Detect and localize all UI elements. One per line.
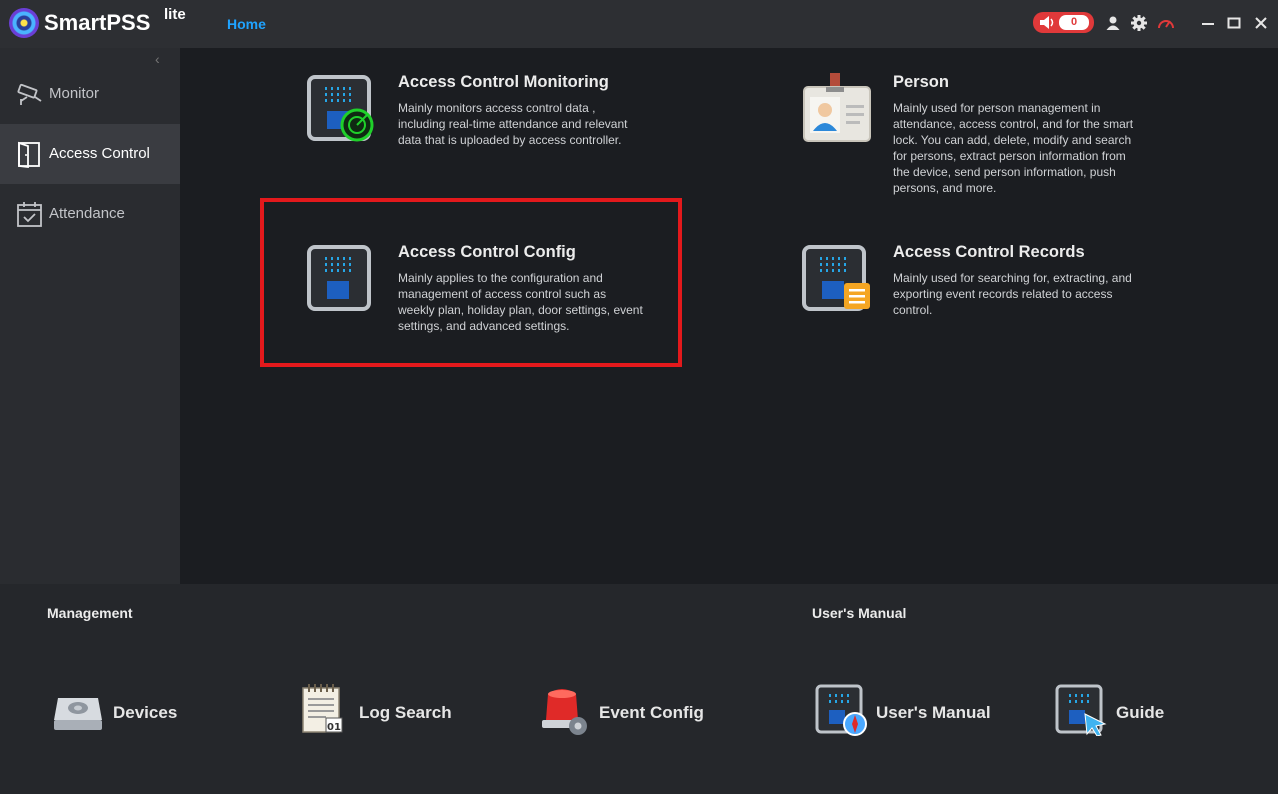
tool-log-search[interactable]: 01 Log Search <box>298 684 458 740</box>
tool-label: Log Search <box>359 703 452 722</box>
tool-guide[interactable]: Guide <box>1055 684 1175 740</box>
minimize-icon[interactable] <box>1199 14 1217 32</box>
app-window: SmartPSS lite Home 0 ‹ Monitor Access Co… <box>0 0 1278 794</box>
svg-text:01: 01 <box>327 722 341 733</box>
app-edition: lite <box>164 6 186 23</box>
sidebar-item-monitor[interactable]: Monitor <box>0 64 180 124</box>
maximize-icon[interactable] <box>1225 14 1243 32</box>
highlight-box <box>260 198 682 367</box>
tool-label: Guide <box>1116 703 1165 722</box>
sidebar-item-label: Access Control <box>49 145 150 162</box>
manual-compass-icon <box>815 684 867 736</box>
card-title: Access Control Records <box>893 243 1085 261</box>
access-monitor-icon <box>307 75 374 142</box>
app-logo-icon <box>9 8 39 38</box>
sidebar-item-access-control[interactable]: Access Control <box>0 124 180 184</box>
cctv-camera-icon <box>17 83 42 105</box>
title-bar: SmartPSS lite Home 0 <box>0 0 1278 48</box>
person-badge-icon <box>803 73 871 142</box>
calendar-check-icon <box>17 202 42 227</box>
tool-devices[interactable]: Devices <box>52 684 192 740</box>
log-notepad-icon: 01 <box>302 684 343 733</box>
manual-section-title: User's Manual <box>812 605 907 621</box>
main-content: Access Control Monitoring Mainly monitor… <box>180 48 1278 584</box>
alarm-button[interactable]: 0 <box>1033 12 1094 33</box>
alarm-count-badge: 0 <box>1059 15 1089 30</box>
door-icon <box>18 141 40 168</box>
card-description: Mainly used for person management in att… <box>893 101 1134 195</box>
guide-cursor-icon <box>1055 684 1107 736</box>
bottom-panel: Management User's Manual Devices 01 Log … <box>0 584 1278 794</box>
sidebar-item-label: Attendance <box>49 205 125 222</box>
close-icon[interactable] <box>1252 14 1270 32</box>
gear-icon[interactable] <box>1130 14 1148 32</box>
sidebar-item-label: Monitor <box>49 85 100 102</box>
performance-gauge-icon[interactable] <box>1157 14 1175 32</box>
alarm-siren-gear-icon <box>542 689 587 735</box>
card-title: Access Control Monitoring <box>398 73 609 91</box>
tool-label: User's Manual <box>876 703 991 722</box>
card-description: Mainly monitors access control data , in… <box>398 101 628 147</box>
device-drive-icon <box>54 698 102 730</box>
card-description: Mainly used for searching for, extractin… <box>893 271 1132 317</box>
sidebar-item-attendance[interactable]: Attendance <box>0 184 180 244</box>
tool-users-manual[interactable]: User's Manual <box>815 684 995 740</box>
management-section-title: Management <box>47 605 133 621</box>
card-person[interactable]: Person Mainly used for person management… <box>802 73 1142 223</box>
sidebar: ‹ Monitor Access Control Attendance <box>0 48 180 584</box>
card-access-control-monitoring[interactable]: Access Control Monitoring Mainly monitor… <box>307 73 647 198</box>
tab-home[interactable]: Home <box>227 16 266 32</box>
card-title: Person <box>893 73 949 91</box>
tool-label: Event Config <box>599 703 704 722</box>
speaker-icon <box>1040 16 1054 29</box>
app-name: SmartPSS <box>44 10 151 35</box>
user-icon[interactable] <box>1104 14 1122 32</box>
tool-event-config[interactable]: Event Config <box>538 684 708 740</box>
tool-label: Devices <box>113 703 178 722</box>
access-records-icon <box>802 245 870 311</box>
card-access-control-records[interactable]: Access Control Records Mainly used for s… <box>802 243 1142 353</box>
